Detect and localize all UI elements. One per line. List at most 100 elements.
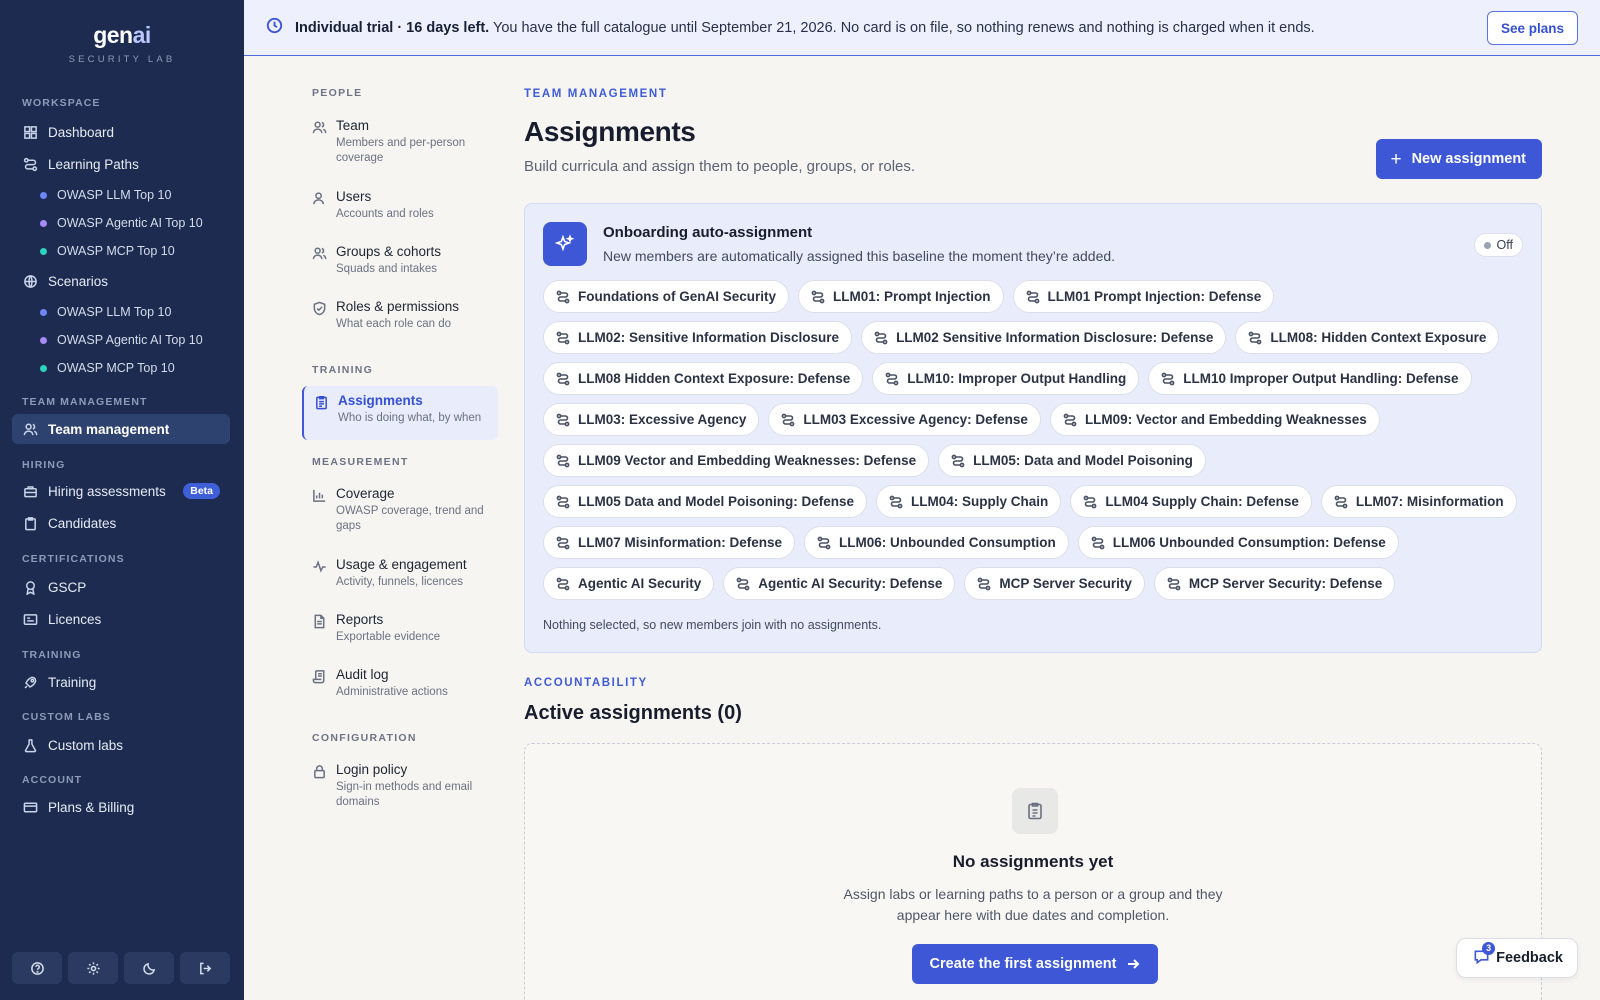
subnav-item-reports[interactable]: Reports Exportable evidence (302, 605, 498, 652)
route-icon (556, 331, 570, 344)
auto-assignment-title: Onboarding auto-assignment (603, 224, 813, 241)
route-icon (885, 372, 899, 385)
chip-label: MCP Server Security (999, 576, 1132, 591)
baseline-chip[interactable]: LLM05 Data and Model Poisoning: Defense (543, 485, 868, 518)
logout-button[interactable] (180, 952, 230, 984)
subnav-section-configuration: CONFIGURATION (312, 732, 417, 744)
subnav-item-assignments[interactable]: Assignments Who is doing what, by when (302, 386, 498, 440)
sidebar-item-dashboard[interactable]: Dashboard (12, 117, 230, 147)
baseline-chip[interactable]: LLM03: Excessive Agency (543, 403, 760, 436)
baseline-chip[interactable]: LLM03 Excessive Agency: Defense (768, 403, 1041, 436)
help-button[interactable] (12, 952, 62, 984)
globe-icon (22, 273, 38, 289)
auto-assignment-toggle[interactable]: Off (1473, 233, 1523, 257)
baseline-chip[interactable]: MCP Server Security (964, 567, 1145, 600)
baseline-chip[interactable]: LLM05: Data and Model Poisoning (938, 444, 1206, 477)
subnav-item-roles[interactable]: Roles & permissions What each role can d… (302, 292, 498, 339)
sidebar-subitem-sc-mcp[interactable]: OWASP MCP Top 10 (40, 357, 175, 379)
baseline-chip[interactable]: LLM09 Vector and Embedding Weaknesses: D… (543, 444, 930, 477)
sidebar-item-scenarios[interactable]: Scenarios (12, 266, 230, 296)
rocket-icon (22, 674, 38, 690)
page-eyebrow: TEAM MANAGEMENT (524, 88, 668, 100)
baseline-chip[interactable]: Agentic AI Security: Defense (723, 567, 956, 600)
baseline-chip[interactable]: LLM08 Hidden Context Exposure: Defense (543, 362, 864, 395)
baseline-chip[interactable]: MCP Server Security: Defense (1153, 567, 1396, 600)
chip-label: LLM10 Improper Output Handling: Defense (1183, 371, 1459, 386)
dot-icon (40, 336, 47, 344)
baseline-chip[interactable]: LLM01: Prompt Injection (798, 280, 1004, 313)
baseline-chip[interactable]: LLM02: Sensitive Information Disclosure (543, 321, 853, 354)
sidebar-item-gscp[interactable]: GSCP (12, 572, 230, 602)
chip-label: LLM02 Sensitive Information Disclosure: … (896, 330, 1214, 345)
chip-label: Agentic AI Security: Defense (758, 576, 943, 591)
baseline-chip[interactable]: LLM08: Hidden Context Exposure (1235, 321, 1500, 354)
feedback-count-badge: 3 (1482, 941, 1496, 955)
chip-label: LLM03 Excessive Agency: Defense (803, 412, 1028, 427)
sidebar: genai SECURITY LAB WORKSPACE Dashboard L… (0, 0, 244, 1000)
new-assignment-button[interactable]: + New assignment (1376, 139, 1542, 179)
trial-banner-text: Individual trial · 16 days left. You hav… (295, 19, 1315, 36)
chip-label: LLM03: Excessive Agency (578, 412, 747, 427)
feedback-button[interactable]: 3 Feedback (1456, 938, 1578, 978)
route-icon (556, 290, 570, 303)
activity-icon (312, 559, 327, 579)
sidebar-footer-actions (12, 952, 230, 984)
baseline-chip[interactable]: LLM04: Supply Chain (876, 485, 1062, 518)
baseline-chip[interactable]: LLM06 Unbounded Consumption: Defense (1077, 526, 1399, 559)
subnav-item-usage[interactable]: Usage & engagement Activity, funnels, li… (302, 550, 498, 597)
subnav-item-users[interactable]: Users Accounts and roles (302, 182, 498, 229)
sidebar-subitem-sc-llm[interactable]: OWASP LLM Top 10 (40, 301, 171, 323)
baseline-chip[interactable]: LLM02 Sensitive Information Disclosure: … (861, 321, 1227, 354)
settings-button[interactable] (68, 952, 118, 984)
sidebar-item-training[interactable]: Training (12, 667, 230, 697)
sidebar-item-hiring-assessments[interactable]: Hiring assessments Beta (12, 476, 230, 506)
brand-logo[interactable]: genai SECURITY LAB (0, 0, 244, 65)
baseline-chip[interactable]: LLM07: Misinformation (1320, 485, 1517, 518)
chip-label: LLM02: Sensitive Information Disclosure (578, 330, 840, 345)
baseline-chip[interactable]: LLM10 Improper Output Handling: Defense (1148, 362, 1472, 395)
sidebar-subitem-sc-agentic[interactable]: OWASP Agentic AI Top 10 (40, 329, 203, 351)
sidebar-subitem-lp-mcp[interactable]: OWASP MCP Top 10 (40, 240, 175, 262)
empty-state: No assignments yet Assign labs or learni… (524, 743, 1542, 1000)
nav-section-certifications: CERTIFICATIONS (22, 553, 125, 565)
sidebar-subitem-lp-llm[interactable]: OWASP LLM Top 10 (40, 184, 171, 206)
scroll-icon (312, 669, 327, 689)
subnav-item-groups[interactable]: Groups & cohorts Squads and intakes (302, 237, 498, 284)
chip-label: Agentic AI Security (578, 576, 702, 591)
sidebar-item-plans-billing[interactable]: Plans & Billing (12, 792, 230, 822)
baseline-chip[interactable]: Foundations of GenAI Security (543, 280, 790, 313)
chip-label: LLM06 Unbounded Consumption: Defense (1112, 535, 1386, 550)
subnav-item-team[interactable]: Team Members and per-person coverage (302, 111, 498, 173)
subnav-section-people: PEOPLE (312, 87, 363, 99)
create-first-assignment-button[interactable]: Create the first assignment (912, 944, 1158, 984)
route-icon (22, 156, 38, 172)
subnav-section-measurement: MEASUREMENT (312, 456, 409, 468)
baseline-chip[interactable]: LLM06: Unbounded Consumption (804, 526, 1069, 559)
subnav-item-coverage[interactable]: Coverage OWASP coverage, trend and gaps (302, 479, 498, 541)
sidebar-item-team-management[interactable]: Team management (12, 414, 230, 444)
baseline-chip[interactable]: Agentic AI Security (543, 567, 715, 600)
sidebar-subitem-lp-agentic[interactable]: OWASP Agentic AI Top 10 (40, 212, 203, 234)
chip-label: LLM08: Hidden Context Exposure (1270, 330, 1487, 345)
baseline-chip[interactable]: LLM01 Prompt Injection: Defense (1012, 280, 1275, 313)
sidebar-item-label: Learning Paths (48, 156, 139, 172)
subnav-item-audit-log[interactable]: Audit log Administrative actions (302, 660, 498, 707)
baseline-chip[interactable]: LLM04 Supply Chain: Defense (1070, 485, 1312, 518)
theme-toggle-button[interactable] (124, 952, 174, 984)
subnav-item-login-policy[interactable]: Login policy Sign-in methods and email d… (302, 755, 498, 817)
id-card-icon (22, 611, 38, 627)
sidebar-item-licences[interactable]: Licences (12, 604, 230, 634)
route-icon (1249, 331, 1262, 344)
sidebar-item-custom-labs[interactable]: Custom labs (12, 730, 230, 760)
see-plans-button[interactable]: See plans (1486, 11, 1578, 45)
sidebar-item-candidates[interactable]: Candidates (12, 508, 230, 538)
route-icon (556, 413, 570, 426)
onboarding-auto-assignment-card: Onboarding auto-assignment New members a… (524, 203, 1542, 653)
baseline-chip[interactable]: LLM10: Improper Output Handling (872, 362, 1140, 395)
chip-label: LLM07: Misinformation (1355, 494, 1504, 509)
sidebar-item-learning-paths[interactable]: Learning Paths (12, 149, 230, 179)
baseline-chip[interactable]: LLM09: Vector and Embedding Weaknesses (1049, 403, 1380, 436)
brand-name: genai (93, 22, 151, 48)
baseline-chip[interactable]: LLM07 Misinformation: Defense (543, 526, 796, 559)
dot-icon (40, 247, 47, 255)
